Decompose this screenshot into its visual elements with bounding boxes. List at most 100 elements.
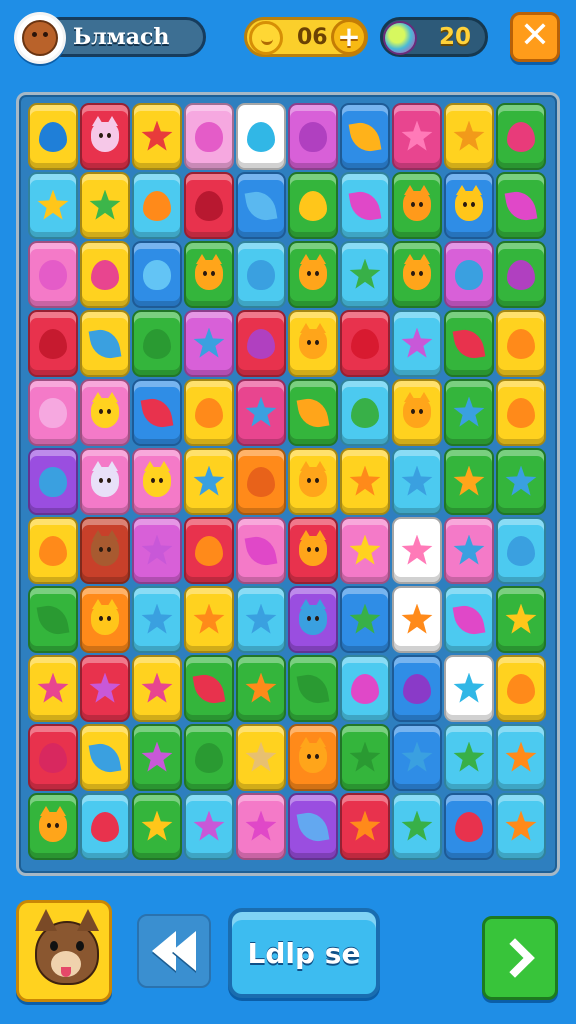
board-tile[interactable] xyxy=(288,310,338,377)
board-tile[interactable] xyxy=(444,517,494,584)
board-tile[interactable] xyxy=(80,517,130,584)
board-tile[interactable] xyxy=(80,103,130,170)
board-tile[interactable] xyxy=(132,379,182,446)
board-tile[interactable] xyxy=(132,241,182,308)
board-tile[interactable] xyxy=(392,172,442,239)
board-tile[interactable] xyxy=(132,103,182,170)
board-tile[interactable] xyxy=(184,724,234,791)
board-tile[interactable] xyxy=(496,379,546,446)
board-tile[interactable] xyxy=(236,310,286,377)
board-tile[interactable] xyxy=(496,448,546,515)
board-tile[interactable] xyxy=(392,517,442,584)
player-avatar[interactable] xyxy=(14,12,66,64)
board-tile[interactable] xyxy=(184,103,234,170)
board-tile[interactable] xyxy=(80,379,130,446)
board-tile[interactable] xyxy=(80,793,130,860)
board-tile[interactable] xyxy=(392,724,442,791)
board-tile[interactable] xyxy=(80,448,130,515)
board-tile[interactable] xyxy=(496,586,546,653)
board-tile[interactable] xyxy=(288,379,338,446)
board-tile[interactable] xyxy=(236,448,286,515)
board-tile[interactable] xyxy=(184,655,234,722)
board-tile[interactable] xyxy=(132,517,182,584)
board-tile[interactable] xyxy=(444,241,494,308)
board-tile[interactable] xyxy=(392,586,442,653)
board-tile[interactable] xyxy=(236,724,286,791)
board-tile[interactable] xyxy=(288,241,338,308)
board-tile[interactable] xyxy=(28,103,78,170)
board-tile[interactable] xyxy=(288,655,338,722)
board-tile[interactable] xyxy=(184,241,234,308)
board-tile[interactable] xyxy=(184,448,234,515)
board-tile[interactable] xyxy=(340,448,390,515)
board-tile[interactable] xyxy=(392,310,442,377)
board-tile[interactable] xyxy=(392,103,442,170)
board-tile[interactable] xyxy=(340,793,390,860)
board-tile[interactable] xyxy=(28,517,78,584)
board-tile[interactable] xyxy=(288,103,338,170)
board-tile[interactable] xyxy=(288,724,338,791)
board-tile[interactable] xyxy=(236,172,286,239)
board-tile[interactable] xyxy=(444,655,494,722)
board-tile[interactable] xyxy=(236,241,286,308)
board-tile[interactable] xyxy=(288,517,338,584)
board-tile[interactable] xyxy=(236,103,286,170)
board-tile[interactable] xyxy=(184,586,234,653)
board-tile[interactable] xyxy=(28,655,78,722)
board-tile[interactable] xyxy=(496,310,546,377)
board-tile[interactable] xyxy=(184,379,234,446)
board-tile[interactable] xyxy=(80,241,130,308)
board-tile[interactable] xyxy=(340,655,390,722)
board-tile[interactable] xyxy=(288,172,338,239)
board-tile[interactable] xyxy=(28,172,78,239)
board-tile[interactable] xyxy=(80,724,130,791)
board-tile[interactable] xyxy=(132,310,182,377)
board-tile[interactable] xyxy=(184,172,234,239)
board-tile[interactable] xyxy=(184,793,234,860)
board-tile[interactable] xyxy=(496,793,546,860)
board-tile[interactable] xyxy=(444,310,494,377)
board-tile[interactable] xyxy=(444,103,494,170)
board-tile[interactable] xyxy=(80,310,130,377)
board-tile[interactable] xyxy=(392,448,442,515)
board-tile[interactable] xyxy=(496,655,546,722)
board-tile[interactable] xyxy=(28,793,78,860)
board-tile[interactable] xyxy=(132,172,182,239)
board-tile[interactable] xyxy=(80,172,130,239)
add-coins-button[interactable]: + xyxy=(331,19,367,55)
board-tile[interactable] xyxy=(184,310,234,377)
board-tile[interactable] xyxy=(444,379,494,446)
board-tile[interactable] xyxy=(444,793,494,860)
board-tile[interactable] xyxy=(444,724,494,791)
board-tile[interactable] xyxy=(132,586,182,653)
board-tile[interactable] xyxy=(28,586,78,653)
board-tile[interactable] xyxy=(444,172,494,239)
board-tile[interactable] xyxy=(392,793,442,860)
board-tile[interactable] xyxy=(496,172,546,239)
board-tile[interactable] xyxy=(236,517,286,584)
rewind-button[interactable] xyxy=(137,914,211,988)
board-tile[interactable] xyxy=(236,586,286,653)
board-tile[interactable] xyxy=(496,103,546,170)
board-tile[interactable] xyxy=(496,241,546,308)
board-tile[interactable] xyxy=(28,310,78,377)
board-tile[interactable] xyxy=(392,379,442,446)
board-tile[interactable] xyxy=(132,724,182,791)
board-tile[interactable] xyxy=(236,655,286,722)
board-tile[interactable] xyxy=(288,448,338,515)
pet-button[interactable] xyxy=(16,900,112,1002)
board-tile[interactable] xyxy=(340,724,390,791)
board-tile[interactable] xyxy=(496,517,546,584)
board-tile[interactable] xyxy=(288,793,338,860)
board-tile[interactable] xyxy=(80,586,130,653)
board-tile[interactable] xyxy=(28,379,78,446)
next-button[interactable] xyxy=(482,916,558,1000)
board-tile[interactable] xyxy=(288,586,338,653)
board-tile[interactable] xyxy=(340,103,390,170)
board-tile[interactable] xyxy=(80,655,130,722)
board-tile[interactable] xyxy=(392,241,442,308)
board-tile[interactable] xyxy=(28,448,78,515)
board-tile[interactable] xyxy=(340,172,390,239)
board-tile[interactable] xyxy=(236,379,286,446)
board-tile[interactable] xyxy=(340,379,390,446)
